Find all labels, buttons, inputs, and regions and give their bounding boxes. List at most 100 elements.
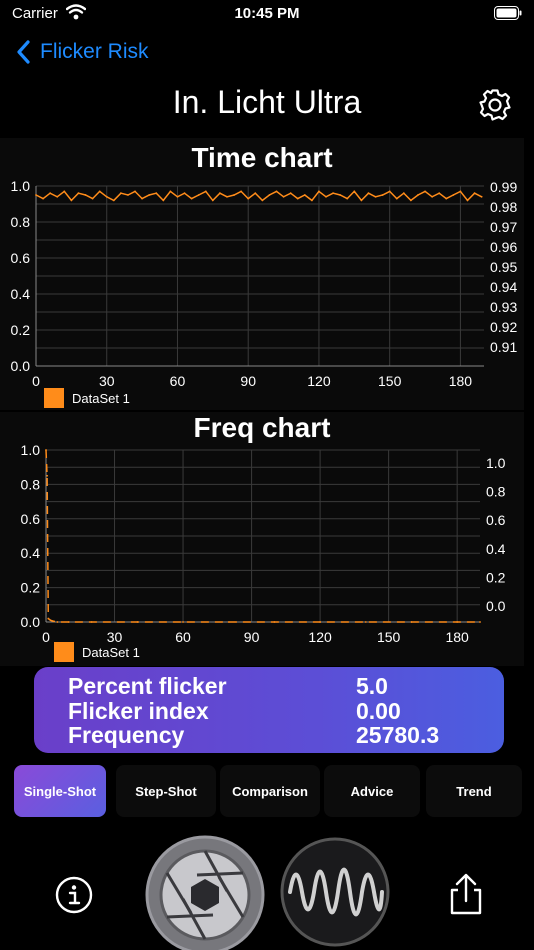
data-point: [204, 190, 207, 193]
data-point: [51, 620, 54, 623]
time-chart-plot: 1.0 0.8 0.6 0.4 0.2 0.0 0.99 0.98 0.97 0.96 0.95 0.…: [11, 178, 517, 408]
y2-tick-label: 0.4: [486, 541, 506, 557]
data-point: [339, 194, 342, 196]
freq-chart-plot: 1.00.80.60.40.20.01.00.80.60.40.20.00 30 6…: [21, 442, 506, 662]
data-point: [332, 192, 334, 195]
data-point: [459, 190, 462, 193]
info-icon[interactable]: [54, 875, 94, 920]
flicker-index-row: Flicker index 0.00: [68, 698, 401, 725]
data-point: [84, 194, 87, 196]
y2-tick-label: 0.92: [490, 319, 517, 335]
battery-icon: [494, 6, 522, 25]
data-point: [381, 194, 384, 196]
data-point: [395, 197, 398, 200]
share-icon[interactable]: [444, 873, 488, 922]
data-point: [233, 194, 235, 196]
data-point: [197, 194, 200, 196]
y2-tick-label: 0.8: [486, 484, 506, 500]
data-point: [438, 192, 441, 195]
x-tick-label: 0: [32, 373, 40, 389]
percent-flicker-label: Percent flicker: [68, 673, 227, 699]
x-tick-label: 150: [378, 373, 402, 389]
back-button[interactable]: Flicker Risk: [16, 40, 149, 64]
y2-tick-label: 0.95: [490, 259, 517, 275]
data-point: [190, 197, 193, 200]
tab-comparison[interactable]: Comparison: [220, 765, 320, 817]
data-point: [98, 190, 101, 193]
x-tick-label: 120: [307, 373, 331, 389]
data-point: [247, 197, 250, 200]
x-tick-label: 90: [244, 629, 260, 645]
data-point: [176, 195, 179, 198]
x-tick-label: 150: [377, 629, 401, 645]
data-point: [67, 621, 70, 623]
data-point: [134, 190, 136, 193]
data-point: [56, 621, 59, 623]
tab-single-shot[interactable]: Single-Shot: [14, 765, 106, 817]
data-point: [268, 194, 271, 196]
x-tick-label: 30: [107, 629, 123, 645]
legend-label: DataSet 1: [72, 391, 130, 406]
data-point: [303, 194, 306, 196]
time-chart: Time chart 1.0 0.8 0.6 0.4 0.2 0.0 0.99 0.98 0.9…: [0, 138, 524, 410]
back-button-label: Flicker Risk: [40, 40, 149, 63]
data-point: [456, 621, 459, 623]
y2-tick-label: 0.98: [490, 199, 517, 215]
data-point: [112, 199, 115, 202]
data-point: [155, 192, 158, 195]
y2-tick-label: 0.2: [486, 569, 506, 585]
frequency-row: Frequency 25780.3: [68, 722, 439, 749]
y-tick-label: 1.0: [21, 442, 41, 458]
clock: 10:45 PM: [234, 5, 300, 22]
metrics-card: Percent flicker 5.0 Flicker index 0.00 F…: [34, 667, 504, 753]
data-point: [169, 190, 172, 193]
x-tick-label: 90: [240, 373, 256, 389]
data-point: [162, 199, 165, 202]
y2-tick-label: 0.0: [486, 598, 506, 614]
data-point: [417, 194, 419, 196]
data-point: [42, 197, 44, 200]
data-point: [466, 199, 469, 202]
data-point: [47, 617, 50, 620]
flicker-index-value: 0.00: [356, 698, 401, 724]
y-tick-label: 1.0: [11, 178, 31, 194]
y-tick-label: 0.8: [11, 214, 31, 230]
y-tick-label: 0.8: [21, 476, 41, 492]
data-point: [105, 195, 108, 198]
flicker-index-label: Flicker index: [68, 698, 209, 724]
waveform-icon[interactable]: [280, 837, 390, 950]
data-point: [480, 195, 483, 198]
y2-tick-label: 0.93: [490, 299, 517, 315]
tab-step-shot[interactable]: Step-Shot: [116, 765, 216, 817]
data-point: [127, 194, 129, 196]
data-point: [360, 199, 363, 202]
tab-advice[interactable]: Advice: [324, 765, 420, 817]
data-point: [136, 621, 139, 623]
data-point: [431, 195, 434, 198]
status-bar: Carrier 10:45 PM: [0, 0, 534, 30]
data-point: [49, 619, 52, 622]
x-tick-label: 180: [445, 629, 469, 645]
bottom-toolbar: [0, 835, 534, 950]
shutter-capture-button[interactable]: [145, 835, 265, 950]
data-point: [319, 621, 322, 623]
data-point: [282, 195, 285, 198]
data-point: [35, 194, 37, 196]
x-tick-label: 180: [449, 373, 473, 389]
data-point: [56, 195, 59, 198]
data-point: [219, 192, 221, 195]
percent-flicker-row: Percent flicker 5.0: [68, 673, 388, 700]
y-tick-label: 0.2: [21, 580, 41, 596]
x-tick-label: 120: [308, 629, 332, 645]
y2-tick-label: 0.96: [490, 239, 517, 255]
tab-trend[interactable]: Trend: [426, 765, 522, 817]
data-point: [182, 621, 184, 623]
data-point: [310, 199, 313, 202]
mode-tabs: Single-Shot Step-Shot Comparison Advice …: [14, 765, 524, 819]
data-point: [261, 199, 264, 202]
settings-gear-icon[interactable]: [478, 88, 512, 127]
data-point: [388, 190, 391, 193]
data-point: [45, 449, 47, 451]
data-point: [227, 621, 230, 623]
data-point: [77, 192, 80, 195]
